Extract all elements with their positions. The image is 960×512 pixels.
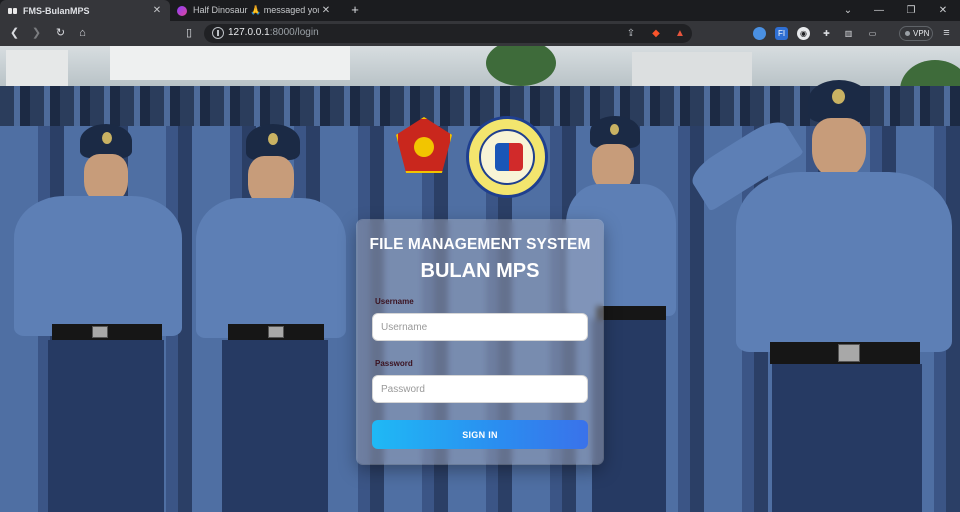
sign-in-button[interactable]: SIGN IN	[372, 420, 588, 449]
officer-figure	[192, 124, 354, 512]
background-building	[110, 46, 350, 80]
wallet-icon[interactable]: ▭	[866, 27, 879, 40]
tab-messenger[interactable]: Half Dinosaur 🙏 messaged you ✕	[171, 0, 339, 21]
brave-shields-icon[interactable]: ◆	[649, 27, 663, 41]
station-title: BULAN MPS	[420, 260, 540, 282]
password-input[interactable]	[372, 375, 588, 403]
minimize-icon[interactable]: —	[863, 0, 895, 21]
extensions-puzzle-icon[interactable]: ✚	[820, 27, 833, 40]
tab-title: Half Dinosaur 🙏 messaged you	[193, 5, 319, 15]
tab-search-chevron-icon[interactable]: ⌄	[832, 0, 864, 21]
officer-saluting-figure	[686, 80, 952, 512]
back-icon[interactable]: ❮	[6, 25, 23, 42]
username-label: Username	[375, 297, 414, 306]
forward-icon[interactable]: ❯	[28, 25, 45, 42]
browser-toolbar: ❮ ❯ ↻ ⌂ ▯ 127.0.0.1:8000/login ⇪ ◆ ▲ FI …	[0, 21, 960, 46]
address-bar[interactable]: 127.0.0.1:8000/login ⇪ ◆ ▲	[204, 24, 692, 43]
officer-figure	[14, 124, 182, 512]
background-sign	[6, 50, 68, 90]
window-close-icon[interactable]: ✕	[927, 0, 959, 21]
password-label: Password	[375, 359, 413, 368]
vpn-button[interactable]: VPN	[899, 26, 933, 41]
system-title: FILE MANAGEMENT SYSTEM	[369, 236, 591, 253]
close-icon[interactable]: ✕	[150, 5, 164, 16]
restore-icon[interactable]: ❐	[895, 0, 927, 21]
fms-icon	[8, 7, 17, 14]
close-icon[interactable]: ✕	[319, 5, 333, 16]
site-info-icon[interactable]	[212, 27, 224, 39]
reload-icon[interactable]: ↻	[52, 25, 69, 42]
extension-globe-icon[interactable]	[753, 27, 766, 40]
address-url[interactable]: 127.0.0.1:8000/login	[228, 27, 319, 38]
share-icon[interactable]: ⇪	[624, 27, 638, 41]
sidebar-icon[interactable]: ▥	[842, 27, 855, 40]
menu-icon[interactable]: ≡	[938, 25, 955, 42]
login-page-background: FILE MANAGEMENT SYSTEM BULAN MPS Usernam…	[0, 46, 960, 512]
messenger-icon	[177, 5, 187, 16]
bookmark-icon[interactable]: ▯	[183, 25, 195, 42]
extension-fi-icon[interactable]: FI	[775, 27, 788, 40]
new-tab-plus-icon[interactable]: +	[347, 2, 363, 18]
tab-fms-bulanmps[interactable]: FMS-BulanMPS ✕	[0, 0, 170, 21]
brave-rewards-icon[interactable]: ▲	[673, 27, 687, 41]
extension-circle-icon[interactable]: ◉	[797, 27, 810, 40]
home-icon[interactable]: ⌂	[74, 25, 91, 42]
login-card: FILE MANAGEMENT SYSTEM BULAN MPS Usernam…	[357, 220, 603, 464]
police-station-seal-logo	[466, 116, 548, 198]
browser-tab-bar: FMS-BulanMPS ✕ Half Dinosaur 🙏 messaged …	[0, 0, 960, 21]
username-input[interactable]	[372, 313, 588, 341]
tab-title: FMS-BulanMPS	[23, 5, 90, 16]
